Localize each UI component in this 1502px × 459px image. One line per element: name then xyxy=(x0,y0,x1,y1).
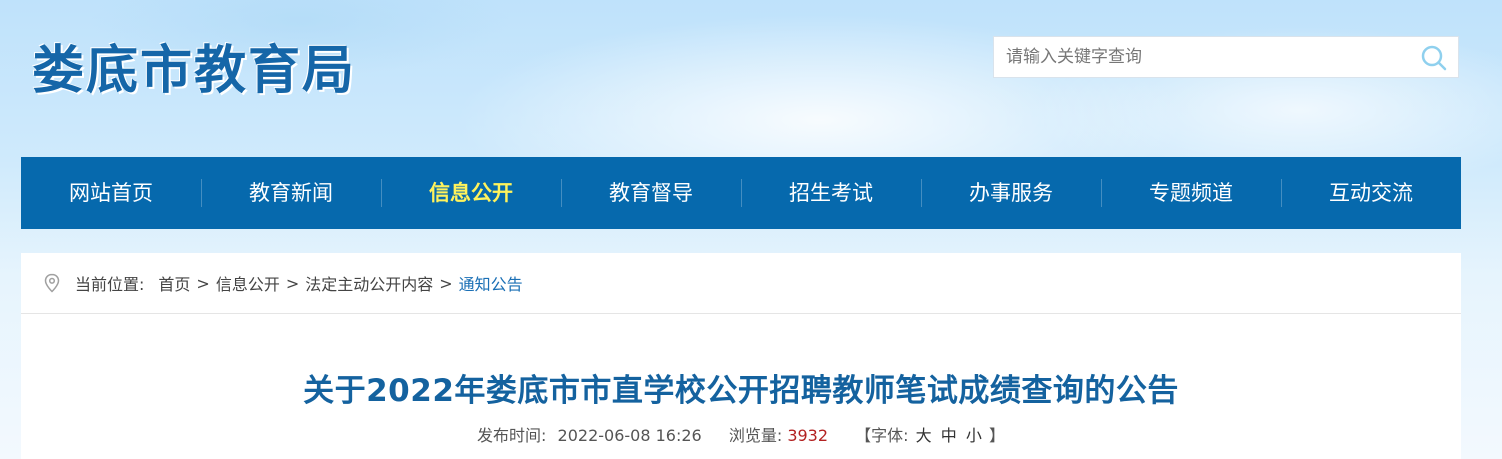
nav-item-education-supervision[interactable]: 教育督导 xyxy=(561,157,741,229)
views-label: 浏览量: xyxy=(728,426,783,445)
breadcrumb-home[interactable]: 首页 xyxy=(158,271,190,295)
location-pin-icon xyxy=(44,273,60,293)
nav-item-special-topics[interactable]: 专题频道 xyxy=(1101,157,1281,229)
search-icon xyxy=(1421,45,1447,71)
breadcrumb-statutory-content[interactable]: 法定主动公开内容 xyxy=(305,271,433,295)
font-size-medium-button[interactable]: 中 xyxy=(941,422,957,446)
site-logo: 娄底市教育局 xyxy=(32,41,357,101)
article-title: 关于2022年娄底市市直学校公开招聘教师笔试成绩查询的公告 xyxy=(303,373,1179,409)
font-size-large-button[interactable]: 大 xyxy=(916,422,932,446)
breadcrumb-separator: > xyxy=(439,273,453,293)
breadcrumb-info-disclosure[interactable]: 信息公开 xyxy=(216,271,280,295)
nav-item-home[interactable]: 网站首页 xyxy=(21,157,201,229)
nav-item-services[interactable]: 办事服务 xyxy=(921,157,1101,229)
article-meta: 发布时间: 2022-06-08 16:26 浏览量: 3932 【字体: 大 … xyxy=(21,422,1461,446)
breadcrumb: 当前位置: 首页 > 信息公开 > 法定主动公开内容 > 通知公告 xyxy=(21,253,1461,314)
breadcrumb-separator: > xyxy=(285,273,300,293)
nav-item-interaction[interactable]: 互动交流 xyxy=(1281,157,1461,229)
publish-time: 2022-06-08 16:26 xyxy=(557,426,702,445)
search-input[interactable] xyxy=(994,37,1414,77)
search-box xyxy=(993,36,1459,78)
breadcrumb-prefix: 当前位置: xyxy=(75,275,145,294)
search-button[interactable] xyxy=(1420,44,1448,72)
breadcrumb-notices[interactable]: 通知公告 xyxy=(459,271,523,295)
content-panel: 当前位置: 首页 > 信息公开 > 法定主动公开内容 > 通知公告 关于2022… xyxy=(21,253,1461,459)
nav-item-enrollment-exams[interactable]: 招生考试 xyxy=(741,157,921,229)
font-size-open: 【字体: xyxy=(855,426,909,445)
views-count: 3932 xyxy=(787,426,829,445)
publish-time-label: 发布时间: xyxy=(477,426,547,445)
breadcrumb-separator: > xyxy=(196,273,210,293)
main-nav: 网站首页 教育新闻 信息公开 教育督导 招生考试 办事服务 专题频道 互动交流 xyxy=(21,157,1461,229)
font-size-close: 】 xyxy=(988,426,1005,445)
nav-item-info-disclosure[interactable]: 信息公开 xyxy=(381,157,561,229)
font-size-small-button[interactable]: 小 xyxy=(966,422,982,446)
nav-item-education-news[interactable]: 教育新闻 xyxy=(201,157,381,229)
